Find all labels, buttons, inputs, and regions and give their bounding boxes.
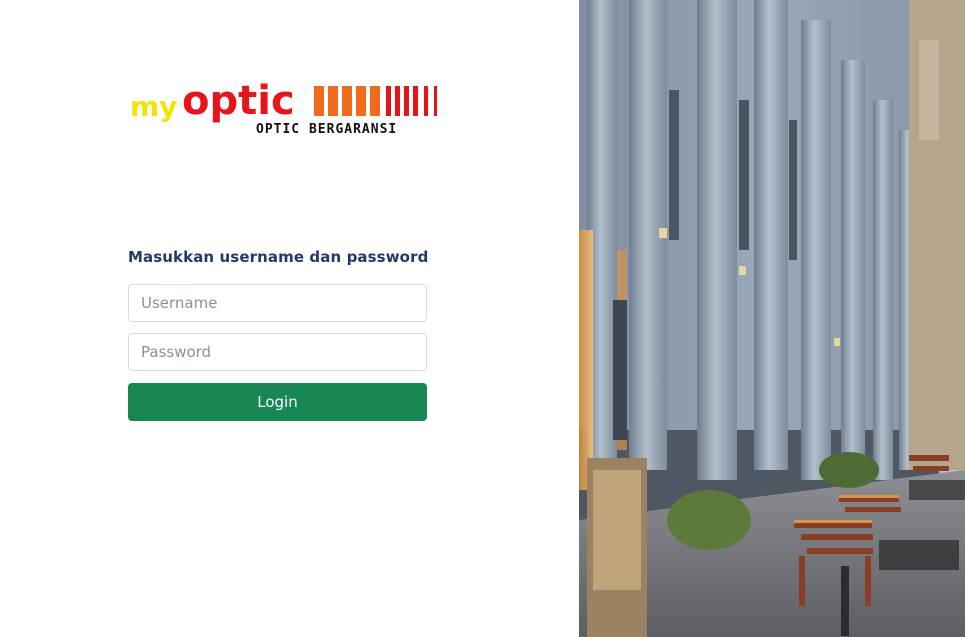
login-panel: my optic OPTIC BERGARANSI Masukkan usern…: [0, 0, 579, 637]
logo-bars: [314, 86, 437, 116]
brand-logo: my optic OPTIC BERGARANSI: [130, 80, 442, 136]
logo-my-text: my: [130, 90, 177, 123]
building-colonnade-photo: [579, 0, 965, 637]
username-input[interactable]: [128, 284, 427, 322]
login-button[interactable]: Login: [128, 383, 427, 421]
password-input[interactable]: [128, 333, 427, 371]
logo-tagline-text: OPTIC BERGARANSI: [256, 122, 397, 136]
login-page: my optic OPTIC BERGARANSI Masukkan usern…: [0, 0, 965, 637]
logo-optic-text: optic: [182, 80, 295, 124]
login-prompt: Masukkan username dan password: [128, 248, 429, 266]
